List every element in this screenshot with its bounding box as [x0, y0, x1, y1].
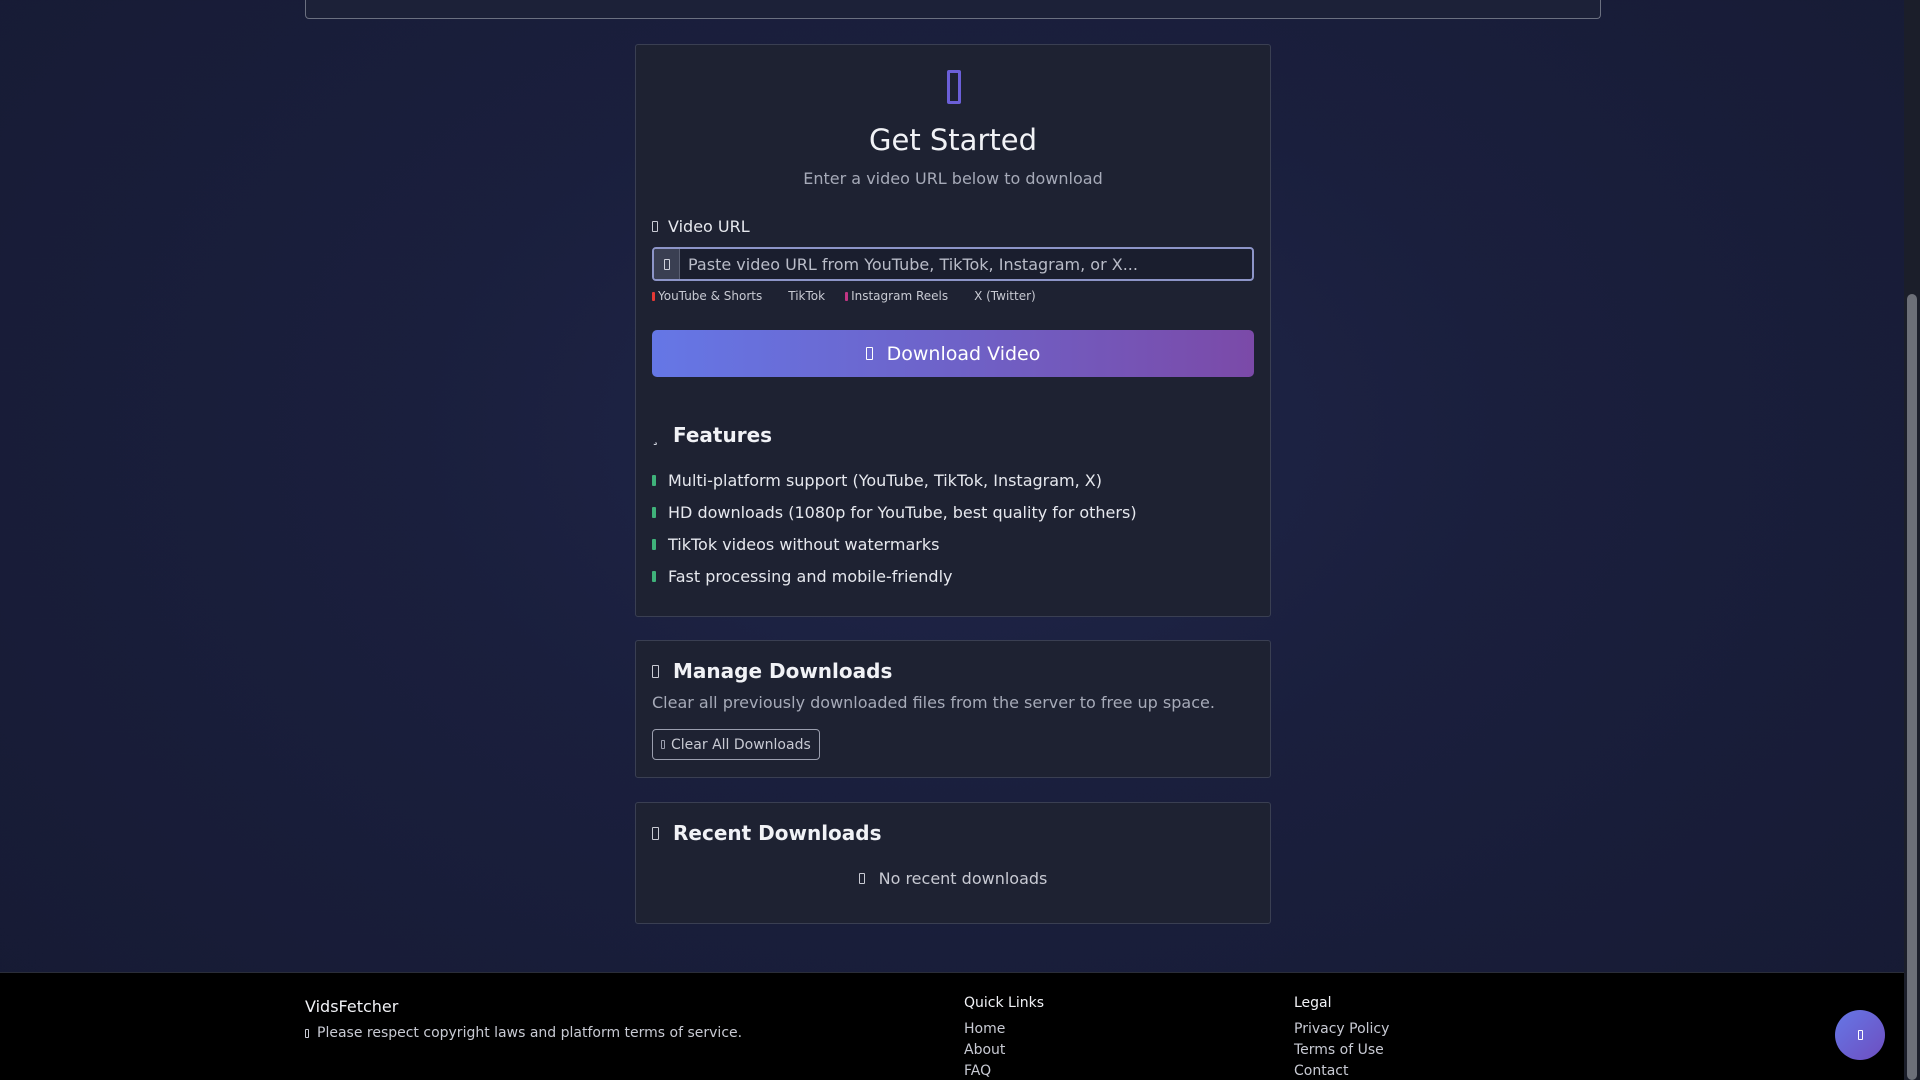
legal-links: Legal Privacy Policy Terms of Use Contac…: [1294, 995, 1389, 1080]
recent-downloads-heading: Recent Downloads: [652, 821, 882, 845]
platform-youtube-label: YouTube & Shorts: [658, 289, 763, 303]
top-panel-edge: [305, 0, 1601, 19]
supported-platforms: YouTube & Shorts TikTok Instagram Reels …: [652, 289, 1036, 303]
platform-tiktok: TikTok: [782, 289, 825, 303]
page-subtitle: Enter a video URL below to download: [803, 169, 1103, 188]
globe-icon: [663, 258, 670, 270]
folder-icon: [652, 664, 659, 678]
quick-links: Quick Links Home About FAQ: [964, 995, 1044, 1080]
youtube-icon: [652, 291, 655, 301]
trash-icon: [661, 740, 665, 749]
video-url-label-text: Video URL: [668, 217, 750, 236]
clear-all-downloads-label: Clear All Downloads: [671, 736, 811, 753]
copyright-note: Please respect copyright laws and platfo…: [305, 1025, 742, 1041]
link-icon: [652, 221, 658, 232]
manage-downloads-card: Manage Downloads Clear all previously do…: [635, 640, 1271, 778]
footer-link-contact[interactable]: Contact: [1294, 1063, 1389, 1080]
url-addon: [654, 249, 680, 279]
check-icon: [652, 474, 656, 486]
download-video-button[interactable]: Download Video: [652, 330, 1254, 377]
url-input-group: [652, 247, 1254, 281]
scrollbar-thumb[interactable]: [1907, 294, 1917, 1080]
download-icon: [865, 347, 873, 360]
download-video-label: Download Video: [886, 342, 1041, 365]
get-started-card: Get Started Enter a video URL below to d…: [635, 44, 1271, 617]
page-scrollbar[interactable]: [1904, 0, 1920, 1080]
video-url-input[interactable]: [680, 249, 1252, 279]
feature-text: Multi-platform support (YouTube, TikTok,…: [668, 470, 1102, 490]
footer-link-privacy[interactable]: Privacy Policy: [1294, 1021, 1389, 1042]
empty-state-text: No recent downloads: [878, 869, 1048, 888]
platform-instagram-label: Instagram Reels: [851, 289, 949, 303]
feature-list: Multi-platform support (YouTube, TikTok,…: [652, 464, 1137, 592]
feature-text: TikTok videos without watermarks: [668, 534, 940, 554]
list-item: TikTok videos without watermarks: [652, 528, 1137, 560]
recent-downloads-title: Recent Downloads: [673, 821, 882, 845]
footer-link-faq[interactable]: FAQ: [964, 1063, 1044, 1080]
x-icon: [968, 292, 971, 301]
check-icon: [652, 506, 656, 518]
feature-text: HD downloads (1080p for YouTube, best qu…: [668, 502, 1137, 522]
instagram-icon: [845, 291, 849, 301]
check-icon: [652, 538, 656, 550]
star-icon: ¸: [652, 430, 659, 446]
manage-downloads-heading: Manage Downloads: [652, 659, 892, 683]
arrow-up-icon: [1857, 1030, 1863, 1040]
copyright-note-text: Please respect copyright laws and platfo…: [317, 1025, 743, 1041]
video-url-label: Video URL: [652, 217, 750, 236]
feature-text: Fast processing and mobile-friendly: [668, 566, 953, 586]
features-title: Features: [673, 423, 773, 447]
platform-instagram: Instagram Reels: [845, 289, 948, 303]
scroll-top-button[interactable]: [1835, 1010, 1885, 1060]
footer-link-about[interactable]: About: [964, 1042, 1044, 1063]
check-icon: [652, 570, 656, 582]
platform-x-label: X (Twitter): [974, 289, 1036, 303]
features-heading: ¸ Features: [652, 423, 772, 447]
footer-brand: VidsFetcher: [305, 997, 399, 1016]
site-footer: VidsFetcher Please respect copyright law…: [0, 972, 1904, 1080]
inbox-icon: [858, 873, 865, 884]
legal-title: Legal: [1294, 995, 1332, 1011]
platform-x: X (Twitter): [968, 289, 1036, 303]
page-title: Get Started: [869, 123, 1037, 157]
list-item: Multi-platform support (YouTube, TikTok,…: [652, 464, 1137, 496]
info-icon: [305, 1028, 309, 1038]
manage-downloads-title: Manage Downloads: [673, 659, 893, 683]
tiktok-icon: [782, 292, 785, 301]
empty-state: No recent downloads: [636, 869, 1270, 888]
history-icon: [652, 826, 659, 840]
platform-youtube: YouTube & Shorts: [652, 289, 762, 303]
manage-downloads-description: Clear all previously downloaded files fr…: [652, 693, 1215, 712]
quick-links-title: Quick Links: [964, 995, 1045, 1011]
footer-link-terms[interactable]: Terms of Use: [1294, 1042, 1389, 1063]
list-item: HD downloads (1080p for YouTube, best qu…: [652, 496, 1137, 528]
video-icon: [944, 67, 964, 107]
clear-all-downloads-button[interactable]: Clear All Downloads: [652, 729, 820, 760]
recent-downloads-card: Recent Downloads No recent downloads: [635, 802, 1271, 924]
footer-link-home[interactable]: Home: [964, 1021, 1044, 1042]
list-item: Fast processing and mobile-friendly: [652, 560, 1137, 592]
platform-tiktok-label: TikTok: [788, 289, 826, 303]
